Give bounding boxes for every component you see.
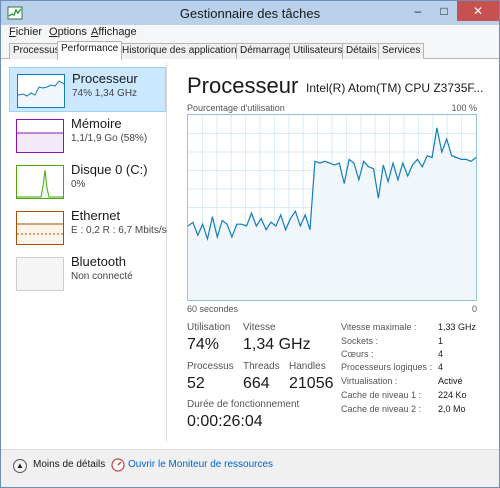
close-button[interactable]: ✕: [457, 1, 499, 21]
processus-label: Processus: [187, 361, 234, 372]
menu-options-label: ptions: [57, 26, 87, 38]
resource-title: Disque 0 (C:): [71, 162, 148, 177]
chart-axis-left: 60 secondes: [187, 304, 239, 314]
handles-value: 21056: [289, 375, 334, 392]
spec-value: 1,33 GHz: [438, 322, 477, 332]
tab-historique[interactable]: Historique des applications: [118, 43, 246, 59]
fewer-details-link[interactable]: Moins de détails: [33, 459, 105, 470]
chart-max-label: 100 %: [451, 103, 477, 113]
resource-title: Mémoire: [71, 116, 122, 131]
minimize-button[interactable]: –: [405, 1, 431, 21]
tab-details[interactable]: Détails: [342, 43, 381, 59]
task-manager-window: Gestionnaire des tâches – □ ✕ Fichier Op…: [0, 0, 500, 488]
chart-label: Pourcentage d'utilisation: [187, 103, 285, 113]
resource-title: Processeur: [72, 71, 138, 86]
spec-label: Virtualisation :: [341, 376, 398, 386]
menu-bar: Fichier Options Affichage: [1, 25, 499, 41]
menu-options[interactable]: Options: [49, 26, 87, 38]
processus-value: 52: [187, 375, 205, 392]
memoire-thumbnail: [16, 119, 64, 153]
uptime-value: 0:00:26:04: [187, 413, 263, 430]
spec-label: Vitesse maximale :: [341, 322, 417, 332]
resource-item-memoire[interactable]: Mémoire 1,1/1,9 Go (58%): [9, 113, 166, 158]
threads-value: 664: [243, 375, 270, 392]
resource-title: Ethernet: [71, 208, 121, 223]
spec-value: 2,0 Mo: [438, 404, 466, 414]
threads-label: Threads: [243, 361, 280, 372]
spec-value: 1: [438, 336, 444, 346]
resource-item-bluetooth[interactable]: Bluetooth Non connecté: [9, 251, 166, 296]
tab-demarrage[interactable]: Démarrage: [236, 43, 295, 59]
vitesse-label: Vitesse: [243, 322, 276, 333]
tab-processus[interactable]: Processus: [9, 43, 64, 59]
maximize-button[interactable]: □: [431, 1, 457, 21]
chevron-up-icon[interactable]: ▲: [13, 459, 27, 473]
bluetooth-thumbnail: [16, 257, 64, 291]
spec-label: Cache de niveau 1 :: [341, 390, 422, 400]
spec-label: Processeurs logiques :: [341, 362, 433, 372]
menu-affichage-label: ffichage: [98, 26, 137, 38]
ethernet-thumbnail: [16, 211, 64, 245]
resource-monitor-link[interactable]: Ouvrir le Moniteur de ressources: [128, 459, 273, 470]
resource-monitor-icon: [111, 458, 125, 472]
page-title: Processeur: [187, 73, 299, 98]
tab-utilisateurs[interactable]: Utilisateurs: [289, 43, 347, 59]
resource-subtitle: 0%: [71, 179, 86, 190]
title-bar: Gestionnaire des tâches – □ ✕: [1, 1, 499, 25]
menu-fichier-mnemonic: F: [9, 26, 16, 38]
tab-services[interactable]: Services: [378, 43, 425, 59]
resource-subtitle: E : 0,2 R : 6,7 Mbits/s: [71, 225, 167, 236]
menu-fichier-label: ichier: [15, 26, 43, 38]
spec-label: Cache de niveau 2 :: [341, 404, 422, 414]
vitesse-value: 1,34 GHz: [243, 336, 311, 353]
utilisation-label: Utilisation: [187, 322, 231, 333]
resource-list: Processeur 74% 1,34 GHz Mémoire 1,1/1,9 …: [9, 63, 167, 441]
spec-value: 4: [438, 362, 444, 372]
spec-label: Cœurs :: [341, 349, 374, 359]
resource-title: Bluetooth: [71, 254, 126, 269]
spec-label: Sockets :: [341, 336, 379, 346]
cpu-model-name: Intel(R) Atom(TM) CPU Z3735F...: [306, 81, 484, 95]
cpu-usage-chart: [187, 114, 477, 301]
resource-item-processeur[interactable]: Processeur 74% 1,34 GHz: [9, 67, 166, 112]
utilisation-value: 74%: [187, 336, 220, 353]
resource-item-ethernet[interactable]: Ethernet E : 0,2 R : 6,7 Mbits/s: [9, 205, 167, 250]
spec-value: Activé: [438, 376, 463, 386]
resource-item-disque[interactable]: Disque 0 (C:) 0%: [9, 159, 166, 204]
uptime-label: Durée de fonctionnement: [187, 399, 300, 410]
resource-subtitle: Non connecté: [71, 271, 133, 282]
footer-bar: ▲ Moins de détails Ouvrir le Moniteur de…: [1, 449, 499, 487]
spec-value: 224 Ko: [438, 390, 467, 400]
processeur-thumbnail: [17, 74, 65, 108]
cpu-usage-svg: [187, 115, 477, 301]
spec-value: 4: [438, 349, 444, 359]
menu-options-mnemonic: O: [49, 26, 58, 38]
menu-fichier[interactable]: Fichier: [9, 26, 42, 38]
disque-thumbnail: [16, 165, 64, 199]
handles-label: Handles: [289, 361, 326, 372]
chart-axis-right: 0: [471, 304, 477, 314]
tab-performance[interactable]: Performance: [57, 41, 123, 60]
tab-bar: Processus Performance Historique des app…: [1, 41, 499, 60]
resource-subtitle: 74% 1,34 GHz: [72, 88, 138, 99]
resource-subtitle: 1,1/1,9 Go (58%): [71, 133, 148, 144]
menu-affichage[interactable]: Affichage: [91, 26, 137, 38]
